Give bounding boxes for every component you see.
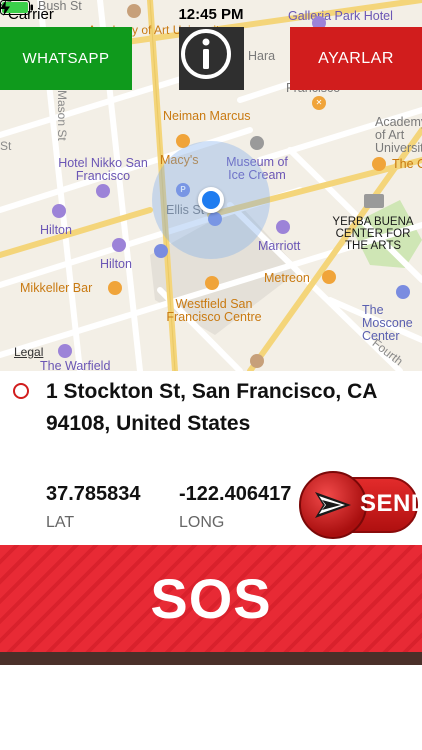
- info-icon: [181, 29, 231, 79]
- restaurant-icon: ✕: [312, 96, 326, 110]
- cafe-icon: [372, 157, 386, 171]
- bottom-divider-bar: [0, 652, 422, 665]
- longitude-label: LONG: [179, 514, 225, 531]
- whatsapp-button[interactable]: WHATSAPP: [0, 27, 132, 90]
- hotel-icon: [96, 184, 110, 198]
- latitude-label: LAT: [46, 514, 75, 531]
- poi-hilton-1: Hilton: [40, 223, 72, 237]
- poi-warfield: The Warfield: [40, 359, 111, 372]
- send-button[interactable]: SEND: [299, 471, 422, 539]
- paper-plane-icon: [315, 492, 351, 518]
- poi-marriott: Marriott: [258, 239, 301, 253]
- poi-neiman-marcus: Neiman Marcus: [163, 109, 251, 123]
- address-text: 1 Stockton St, San Francisco, CA 94108, …: [46, 380, 377, 435]
- street-label-mason: Mason St: [55, 90, 69, 141]
- clock: 12:45 PM: [178, 6, 244, 23]
- convention-icon: [396, 285, 410, 299]
- poi-academy-right: Academy of Art University: [375, 115, 422, 155]
- hotel-icon: [112, 238, 126, 252]
- status-bar: Carrier 12:45 PM: [0, 0, 422, 28]
- user-location-dot: [198, 187, 224, 213]
- longitude-value: -122.406417: [179, 483, 292, 505]
- map-legal-link[interactable]: Legal: [14, 345, 43, 359]
- poi-westfield: Westfield San Francisco Centre: [166, 297, 262, 324]
- hotel-icon: [52, 204, 66, 218]
- poi-hotel-nikko: Hotel Nikko San Francisco: [58, 156, 148, 183]
- map-view[interactable]: Bush St Academy of Art University Galler…: [0, 0, 422, 371]
- poi-yerba-buena: YERBA BUENA CENTER FOR THE ARTS: [332, 216, 414, 252]
- address-radio[interactable]: [13, 383, 29, 399]
- museum-icon: [364, 194, 384, 208]
- shopping-icon: [322, 270, 336, 284]
- transit-icon: [154, 244, 168, 258]
- shopping-icon: [205, 276, 219, 290]
- museum-icon: [250, 136, 264, 150]
- latitude-value: 37.785834: [46, 483, 141, 505]
- poi-the-c: The C: [392, 157, 422, 171]
- bar-icon: [108, 281, 122, 295]
- settings-button[interactable]: AYARLAR: [290, 27, 422, 90]
- poi-metreon: Metreon: [264, 271, 310, 285]
- street-label-st: St: [0, 139, 12, 153]
- charging-bolt-icon: [0, 0, 10, 16]
- send-button-circle: [299, 471, 367, 539]
- poi-mikkeller-bar: Mikkeller Bar: [20, 281, 93, 295]
- poi-moscone: The Moscone Center: [362, 303, 413, 343]
- poi-hilton-2: Hilton: [100, 257, 132, 271]
- send-label: SEND: [360, 490, 422, 517]
- hotel-icon: [276, 220, 290, 234]
- sos-button[interactable]: SOS: [0, 545, 422, 652]
- poi-pin-icon: [250, 354, 264, 368]
- poi-hara: Hara: [248, 49, 276, 63]
- info-button[interactable]: [179, 27, 244, 90]
- theater-icon: [58, 344, 72, 358]
